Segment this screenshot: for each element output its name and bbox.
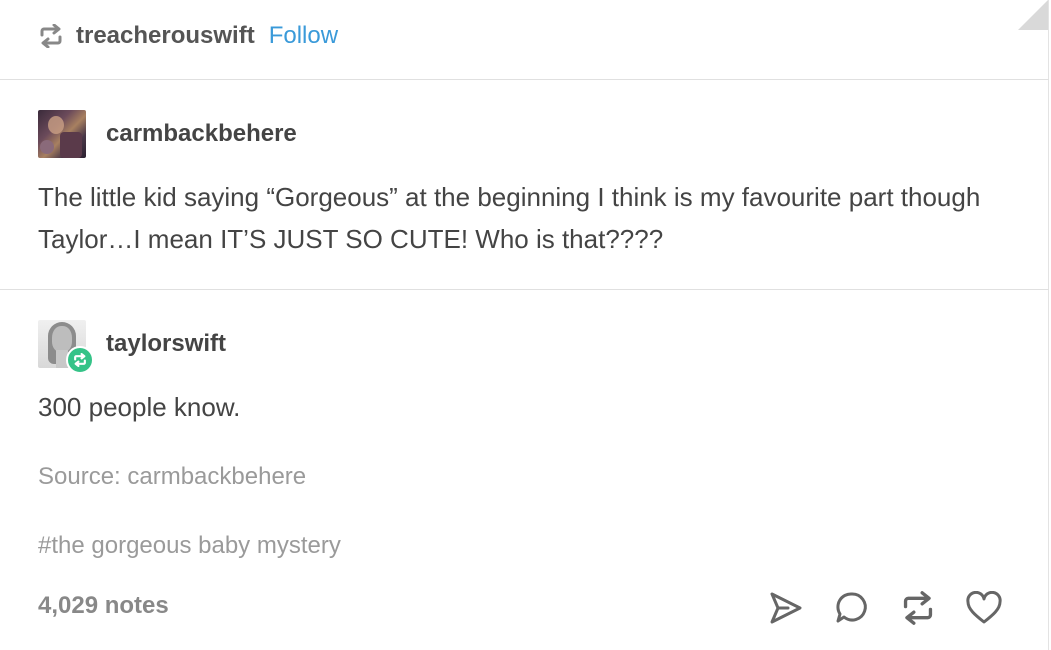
heart-icon[interactable] xyxy=(964,588,1004,628)
reblog-icon xyxy=(38,24,64,48)
notes-count[interactable]: 4,029 notes xyxy=(38,592,169,620)
divider xyxy=(0,79,1049,80)
reply-icon[interactable] xyxy=(832,588,872,628)
reblog-username[interactable]: carmbackbehere xyxy=(106,120,297,148)
post-corner-fold xyxy=(1018,0,1048,30)
reblog-text: The little kid saying “Gorgeous” at the … xyxy=(38,182,981,254)
post-tag[interactable]: #the gorgeous baby mystery xyxy=(38,532,341,560)
reblog-username[interactable]: taylorswift xyxy=(106,330,226,358)
reblog-icon[interactable] xyxy=(898,588,938,628)
avatar[interactable] xyxy=(38,320,94,374)
divider xyxy=(0,289,1049,290)
reblog-entry-header: carmbackbehere xyxy=(38,110,297,158)
reblogger-username[interactable]: treacherouswift xyxy=(76,22,255,50)
reblog-badge-icon xyxy=(66,346,94,374)
post-source[interactable]: Source: carmbackbehere xyxy=(38,463,306,491)
avatar[interactable] xyxy=(38,110,86,158)
reblog-entry-header: taylorswift xyxy=(38,320,226,374)
reblog-text: 300 people know. xyxy=(38,392,241,422)
follow-button[interactable]: Follow xyxy=(269,22,338,50)
post-header: treacherouswift Follow xyxy=(38,18,338,54)
post-actions xyxy=(740,588,1004,628)
share-icon[interactable] xyxy=(766,588,806,628)
post-card: treacherouswift Follow carmbackbehere Th… xyxy=(0,0,1049,650)
